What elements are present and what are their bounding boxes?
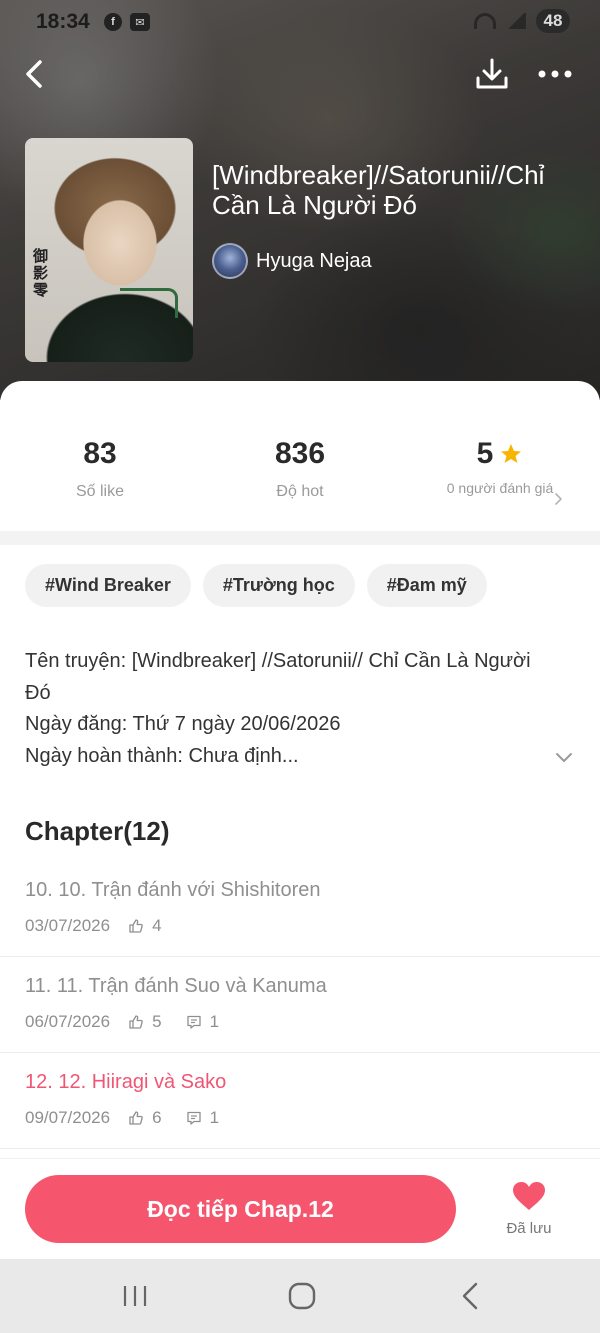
likes-label: Số like xyxy=(75,483,125,500)
book-cover[interactable]: 御影零 xyxy=(25,138,193,362)
rating-row: 5 xyxy=(400,437,600,471)
chapter-title: 11. 11. Trận đánh Suo và Kanuma xyxy=(25,975,327,997)
recent-apps-button[interactable] xyxy=(115,1279,155,1313)
top-navigation xyxy=(0,56,600,96)
chapter-title: 12. 12. Hiiragi và Sako xyxy=(25,1071,227,1093)
book-title: [Windbreaker]//Satorunii//Chỉ Cần Là Ngư… xyxy=(212,160,545,220)
back-button[interactable] xyxy=(20,56,52,92)
chapter-meta: 09/07/2026 6 1 xyxy=(25,1108,600,1128)
tag-dam-my[interactable]: #Đam mỹ xyxy=(366,564,487,607)
stat-likes: 83 Số like xyxy=(0,437,200,501)
cover-collar-detail xyxy=(120,288,178,318)
chapter-item[interactable]: 10. 10. Trận đánh với Shishitoren 03/07/… xyxy=(0,861,600,957)
chapter-date: 09/07/2026 xyxy=(25,1108,111,1127)
chevron-left-icon xyxy=(462,1282,478,1310)
tag-list: #Wind Breaker #Trường học #Đam mỹ xyxy=(25,564,487,607)
heart-icon xyxy=(513,1182,545,1210)
stat-hot: 836 Độ hot xyxy=(200,437,400,501)
wifi-icon xyxy=(474,13,496,29)
chapter-comments: 1 xyxy=(209,1012,220,1031)
recent-apps-icon xyxy=(123,1286,147,1306)
description-posted-line: Ngày đăng: Thứ 7 ngày 20/06/2026 xyxy=(25,713,341,735)
status-time: 18:34 xyxy=(36,10,90,33)
chapter-meta: 03/07/2026 4 xyxy=(25,916,600,936)
more-dots-icon xyxy=(538,70,572,78)
facebook-icon: f xyxy=(104,13,122,31)
author-avatar xyxy=(212,243,248,279)
chapter-title: 10. 10. Trận đánh với Shishitoren xyxy=(25,879,321,901)
book-description: Tên truyện: [Windbreaker] //Satorunii// … xyxy=(25,646,545,772)
thumbs-up-icon xyxy=(129,1015,143,1029)
cover-vertical-text: 御影零 xyxy=(31,248,48,299)
more-options-button[interactable] xyxy=(534,56,576,92)
chapter-item-current[interactable]: 12. 12. Hiiragi và Sako 09/07/2026 6 1 xyxy=(0,1053,600,1149)
thumbs-up-icon xyxy=(129,1111,143,1125)
chapter-likes: 5 xyxy=(152,1012,162,1031)
chapter-meta: 06/07/2026 5 1 xyxy=(25,1012,600,1032)
stats-row: 83 Số like 836 Độ hot 5 0 người đánh giá xyxy=(0,381,600,531)
signal-icon xyxy=(506,13,526,29)
rating-value: 5 xyxy=(476,437,494,470)
chapter-heading: Chapter(12) xyxy=(25,816,170,846)
description-name-line: Tên truyện: [Windbreaker] //Satorunii// … xyxy=(25,650,531,704)
chevron-left-icon xyxy=(26,60,42,88)
tag-truong-hoc[interactable]: #Trường học xyxy=(202,564,355,607)
home-button[interactable] xyxy=(282,1279,322,1313)
chapter-likes: 4 xyxy=(152,916,162,935)
star-icon xyxy=(501,444,522,463)
saved-label: Đã lưu xyxy=(506,1220,552,1237)
system-back-button[interactable] xyxy=(450,1279,490,1313)
description-completion-line: Ngày hoàn thành: Chưa định... xyxy=(25,744,299,767)
section-divider xyxy=(0,531,600,545)
hot-label: Độ hot xyxy=(276,483,324,500)
content-sheet: 83 Số like 836 Độ hot 5 0 người đánh giá… xyxy=(0,381,600,1259)
download-button[interactable] xyxy=(474,56,510,92)
status-bar: 18:34 f ✉ 48 xyxy=(0,0,600,44)
tag-wind-breaker[interactable]: #Wind Breaker xyxy=(25,564,191,607)
author-link[interactable]: Hyuga Nejaa xyxy=(212,243,372,279)
rating-label: 0 người đánh giá xyxy=(446,480,554,496)
battery-indicator: 48 xyxy=(536,9,570,33)
chevron-right-icon[interactable] xyxy=(552,493,564,505)
download-icon xyxy=(476,58,508,89)
messenger-icon: ✉ xyxy=(130,13,150,31)
hot-value: 836 xyxy=(274,437,326,470)
chapter-date: 06/07/2026 xyxy=(25,1012,111,1031)
system-navigation-bar xyxy=(0,1259,600,1333)
comment-icon xyxy=(186,1111,201,1125)
chapter-comments: 1 xyxy=(209,1108,220,1127)
stat-rating[interactable]: 5 0 người đánh giá xyxy=(400,437,600,498)
continue-reading-button[interactable]: Đọc tiếp Chap.12 xyxy=(25,1175,456,1243)
chevron-down-icon[interactable] xyxy=(554,751,574,765)
chapter-list: 10. 10. Trận đánh với Shishitoren 03/07/… xyxy=(0,861,600,1149)
home-icon xyxy=(288,1282,316,1310)
likes-value: 83 xyxy=(83,437,117,470)
thumbs-up-icon xyxy=(129,919,143,933)
comment-icon xyxy=(186,1015,201,1029)
bottom-action-bar: Đọc tiếp Chap.12 Đã lưu xyxy=(0,1158,600,1259)
chapter-date: 03/07/2026 xyxy=(25,916,111,935)
author-name: Hyuga Nejaa xyxy=(256,249,372,272)
chapter-item[interactable]: 11. 11. Trận đánh Suo và Kanuma 06/07/20… xyxy=(0,957,600,1053)
saved-button[interactable]: Đã lưu xyxy=(490,1181,568,1243)
chapter-likes: 6 xyxy=(152,1108,162,1127)
